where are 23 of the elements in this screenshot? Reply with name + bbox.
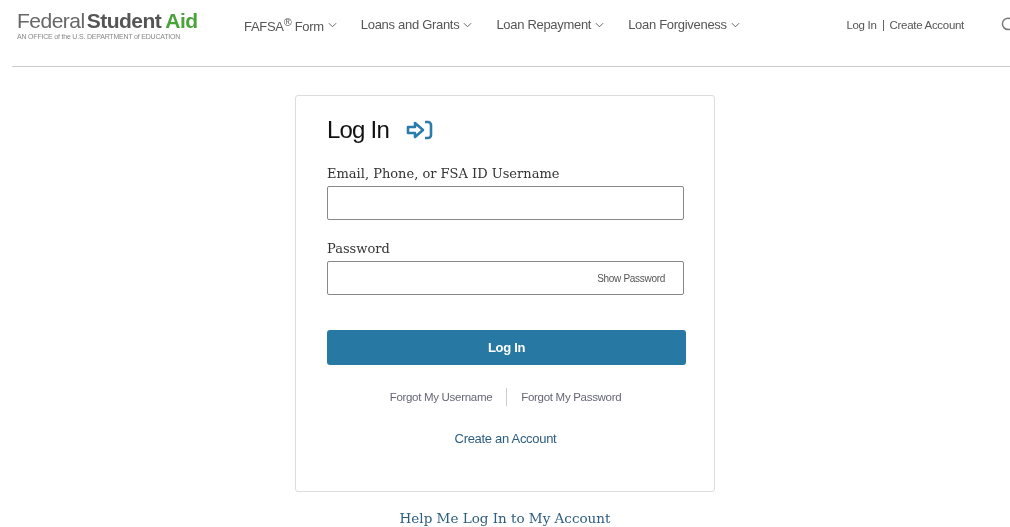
field-label: Email, Phone, or FSA ID Username [327,166,561,181]
nav-menu-item[interactable]: FAFSA$^{®}$ Form [244,15,337,35]
username-field[interactable] [327,186,684,220]
nav-menu-item[interactable]: Loan Repayment [496,15,605,35]
help-link[interactable]: Help Me Log In to My Account [399,510,611,526]
show-password-link[interactable]: Show Password [597,272,665,284]
field-label: Password [327,241,391,256]
account-link[interactable]: Create Account [889,19,964,31]
login-title: Log In [327,116,389,144]
chevron-down-icon [463,22,473,28]
forgot-link[interactable]: Forgot My Username [389,391,493,403]
nav-menu-item[interactable]: Loans and Grants [360,15,473,35]
arrow-into-bracket-icon [404,120,433,140]
chevron-down-icon [327,22,337,28]
nav-menu-item[interactable]: Loan Forgiveness [628,15,740,35]
login-button[interactable]: Log In [327,330,686,365]
account-link[interactable]: Log In [846,19,877,31]
forgot-link[interactable]: Forgot My Password [521,391,622,403]
password-field[interactable]: Show Password [327,261,684,295]
search-icon[interactable] [1000,17,1010,33]
chevron-down-icon [730,22,740,28]
chevron-down-icon [595,22,605,28]
create-account-link[interactable]: Create an Account [454,431,557,446]
